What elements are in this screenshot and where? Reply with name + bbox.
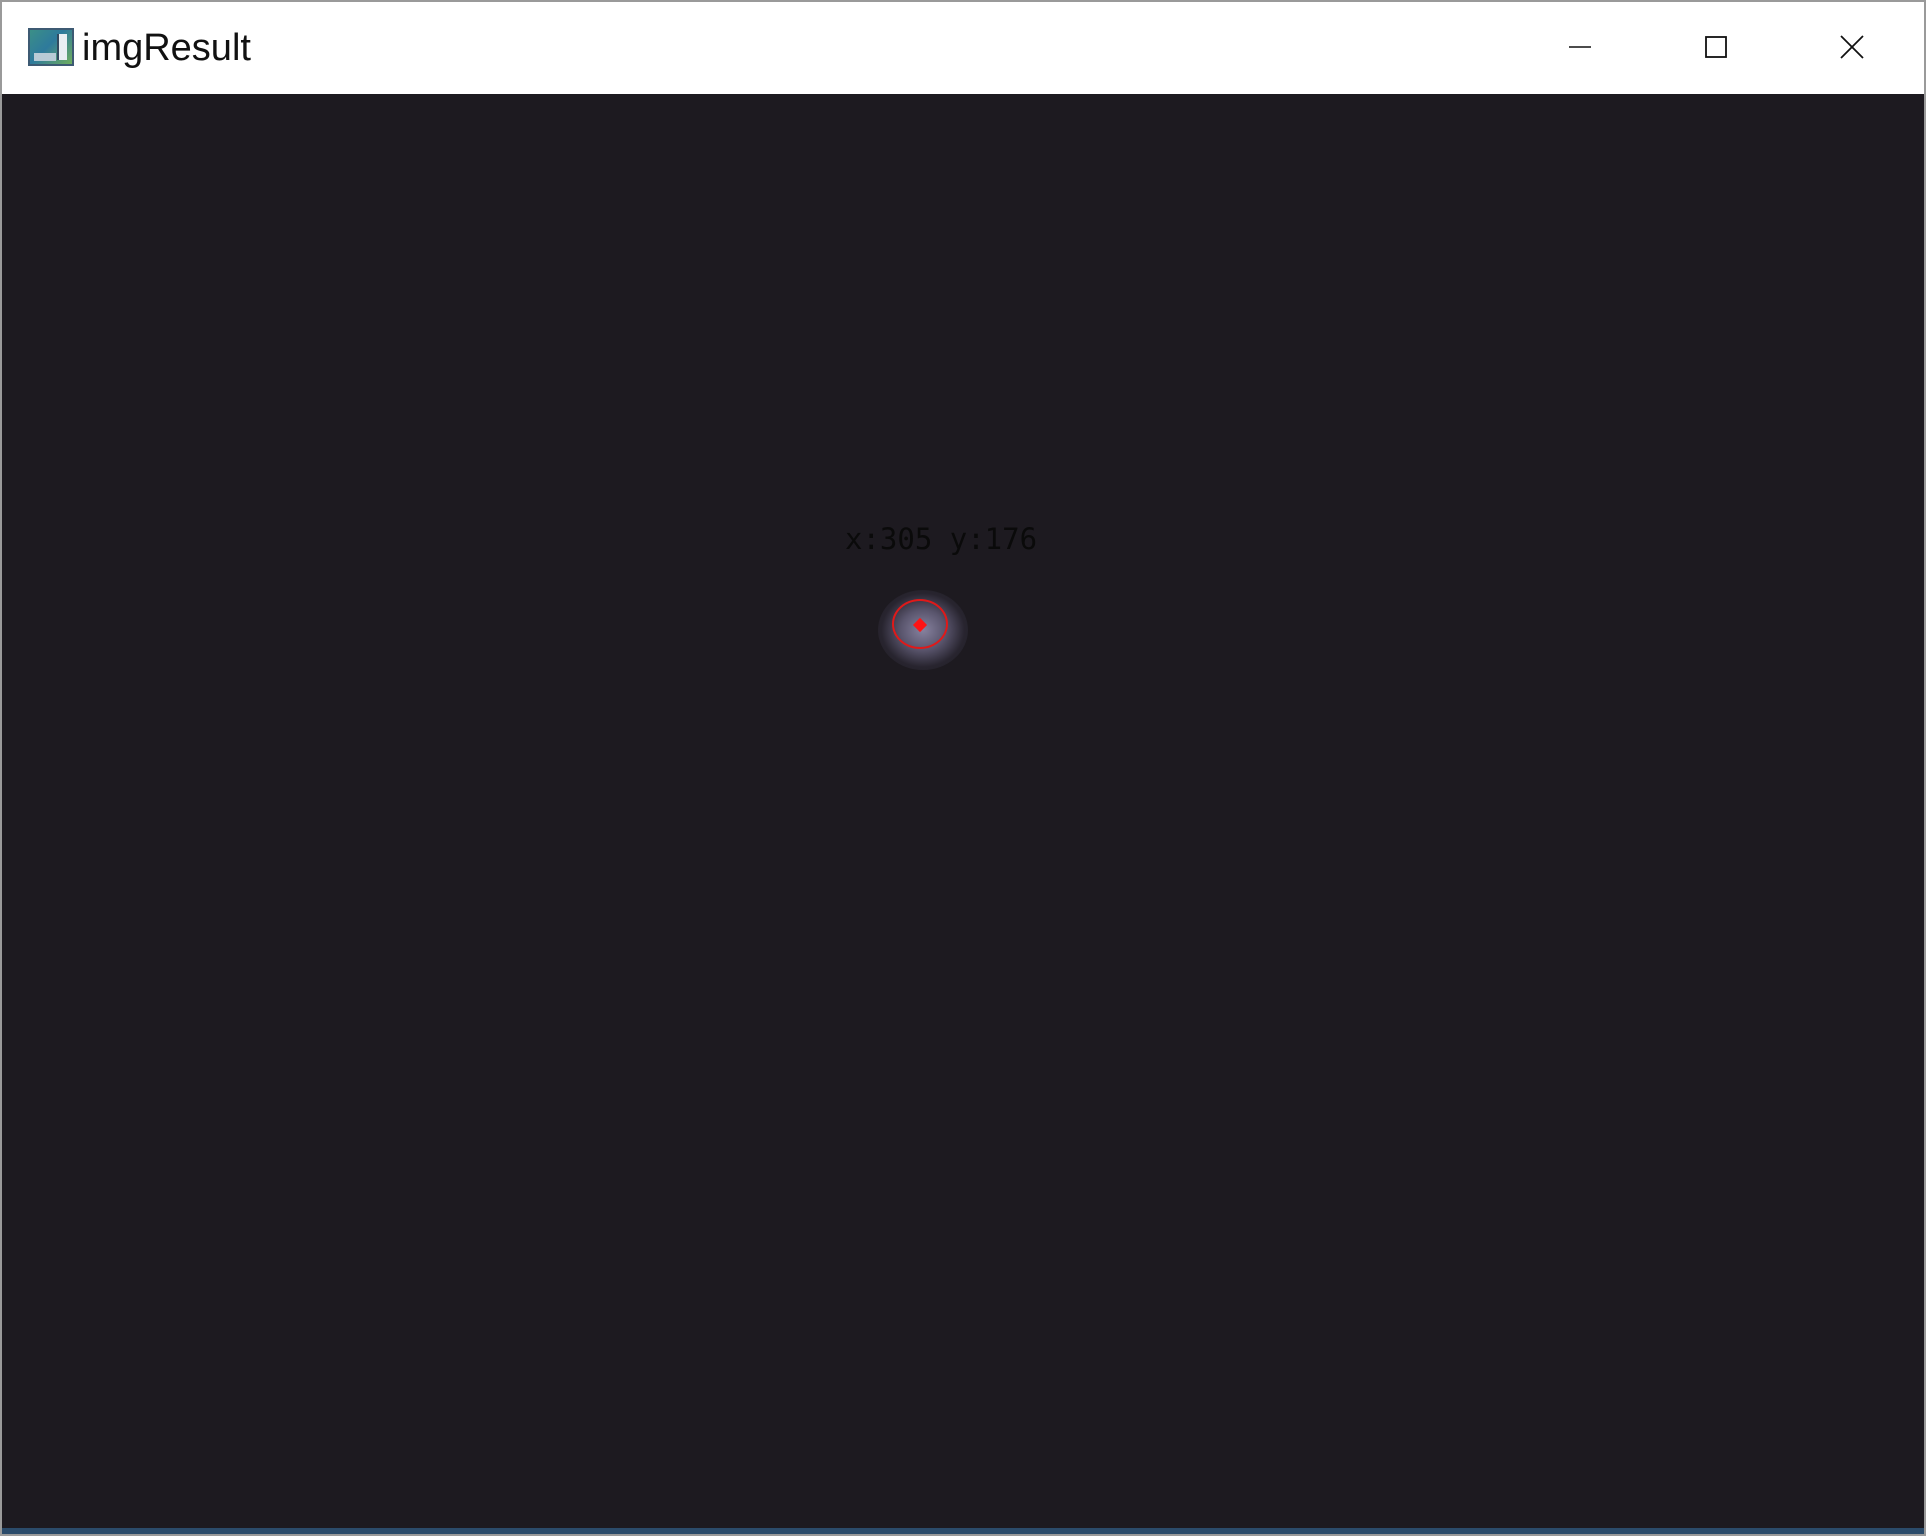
minimize-icon (1569, 46, 1591, 48)
window-title: imgResult (82, 27, 251, 69)
image-window: imgResult x:305 y:176 (0, 0, 1926, 1536)
maximize-icon (1705, 36, 1727, 58)
minimize-button[interactable] (1512, 2, 1648, 92)
taskbar-edge (2, 1528, 1924, 1534)
coordinate-label: x:305 y:176 (845, 522, 1038, 556)
image-canvas[interactable]: x:305 y:176 (2, 94, 1924, 1534)
close-icon (1840, 35, 1864, 59)
title-bar[interactable]: imgResult (2, 2, 1924, 95)
app-icon-base (34, 53, 56, 61)
maximize-button[interactable] (1648, 2, 1784, 92)
app-icon-bar (57, 34, 67, 60)
close-button[interactable] (1784, 2, 1920, 92)
app-icon (28, 28, 74, 66)
